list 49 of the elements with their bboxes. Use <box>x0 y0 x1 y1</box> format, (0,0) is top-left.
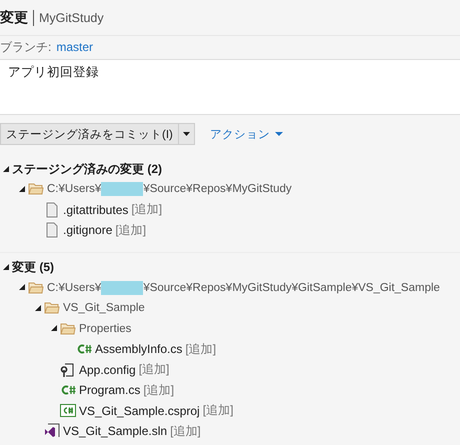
caret-icon <box>274 132 283 136</box>
folder-path[interactable]: C:¥Users¥ <box>47 282 102 294</box>
folder-path[interactable]: ¥Source¥Repos¥MyGitStudy¥GitSample¥VS_Git_Sample <box>143 282 440 294</box>
expanded-arrow-icon[interactable] <box>35 304 42 312</box>
document-icon <box>44 202 60 218</box>
file-name[interactable]: App.config <box>79 362 136 377</box>
folder-path[interactable]: ¥Source¥Repos¥MyGitStudy <box>143 183 292 196</box>
solution-icon <box>44 423 60 440</box>
branch-link[interactable]: master <box>56 40 94 54</box>
repository-name: MyGitStudy <box>39 10 104 24</box>
folder-name[interactable]: VS_Git_Sample <box>63 302 145 314</box>
status-label: [追加] <box>131 201 162 218</box>
folder-icon <box>44 301 60 316</box>
status-label: [追加] <box>185 340 216 358</box>
folder-icon <box>28 182 44 196</box>
csharp-icon <box>76 342 92 356</box>
file-name[interactable]: Program.cs <box>79 383 140 398</box>
section-title[interactable]: ステージング済みの変更 (2) <box>12 160 162 178</box>
status-label: [追加] <box>138 361 170 378</box>
file-name[interactable]: VS_Git_Sample.csproj <box>79 404 200 418</box>
document-icon <box>44 222 60 238</box>
expanded-arrow-icon[interactable] <box>51 325 58 332</box>
folder-icon <box>60 322 76 336</box>
file-name[interactable]: .gitattributes <box>63 202 128 217</box>
expanded-arrow-icon[interactable] <box>19 186 26 193</box>
commit-message-field[interactable]: アプリ初回登録 <box>0 59 460 115</box>
expanded-arrow-icon[interactable] <box>2 264 10 271</box>
file-name[interactable]: VS_Git_Sample.sln <box>63 424 168 438</box>
caret-icon <box>182 132 190 136</box>
folder-path[interactable]: C:¥Users¥ <box>47 183 102 196</box>
commit-button[interactable]: ステージング済みをコミット(I) <box>0 123 179 145</box>
csharp-icon <box>60 383 76 398</box>
section-title[interactable]: 変更 (5) <box>12 259 54 276</box>
commit-dropdown-button[interactable] <box>178 123 195 145</box>
file-name[interactable]: .gitignore <box>63 223 112 238</box>
file-name[interactable]: AssemblyInfo.cs <box>95 342 182 356</box>
folder-icon <box>28 280 44 295</box>
page-title: 変更 <box>0 8 28 26</box>
status-label: [追加] <box>115 222 146 239</box>
status-label: [追加] <box>202 402 234 420</box>
status-label: [追加] <box>170 422 201 440</box>
expanded-arrow-icon[interactable] <box>19 284 26 292</box>
config-file-icon <box>60 362 76 378</box>
expanded-arrow-icon[interactable] <box>2 166 10 172</box>
csharp-project-icon <box>60 403 76 418</box>
branch-label: ブランチ: <box>0 38 52 56</box>
actions-link[interactable]: アクション <box>210 126 283 142</box>
folder-name[interactable]: Properties <box>79 322 132 335</box>
status-label: [追加] <box>143 382 174 399</box>
